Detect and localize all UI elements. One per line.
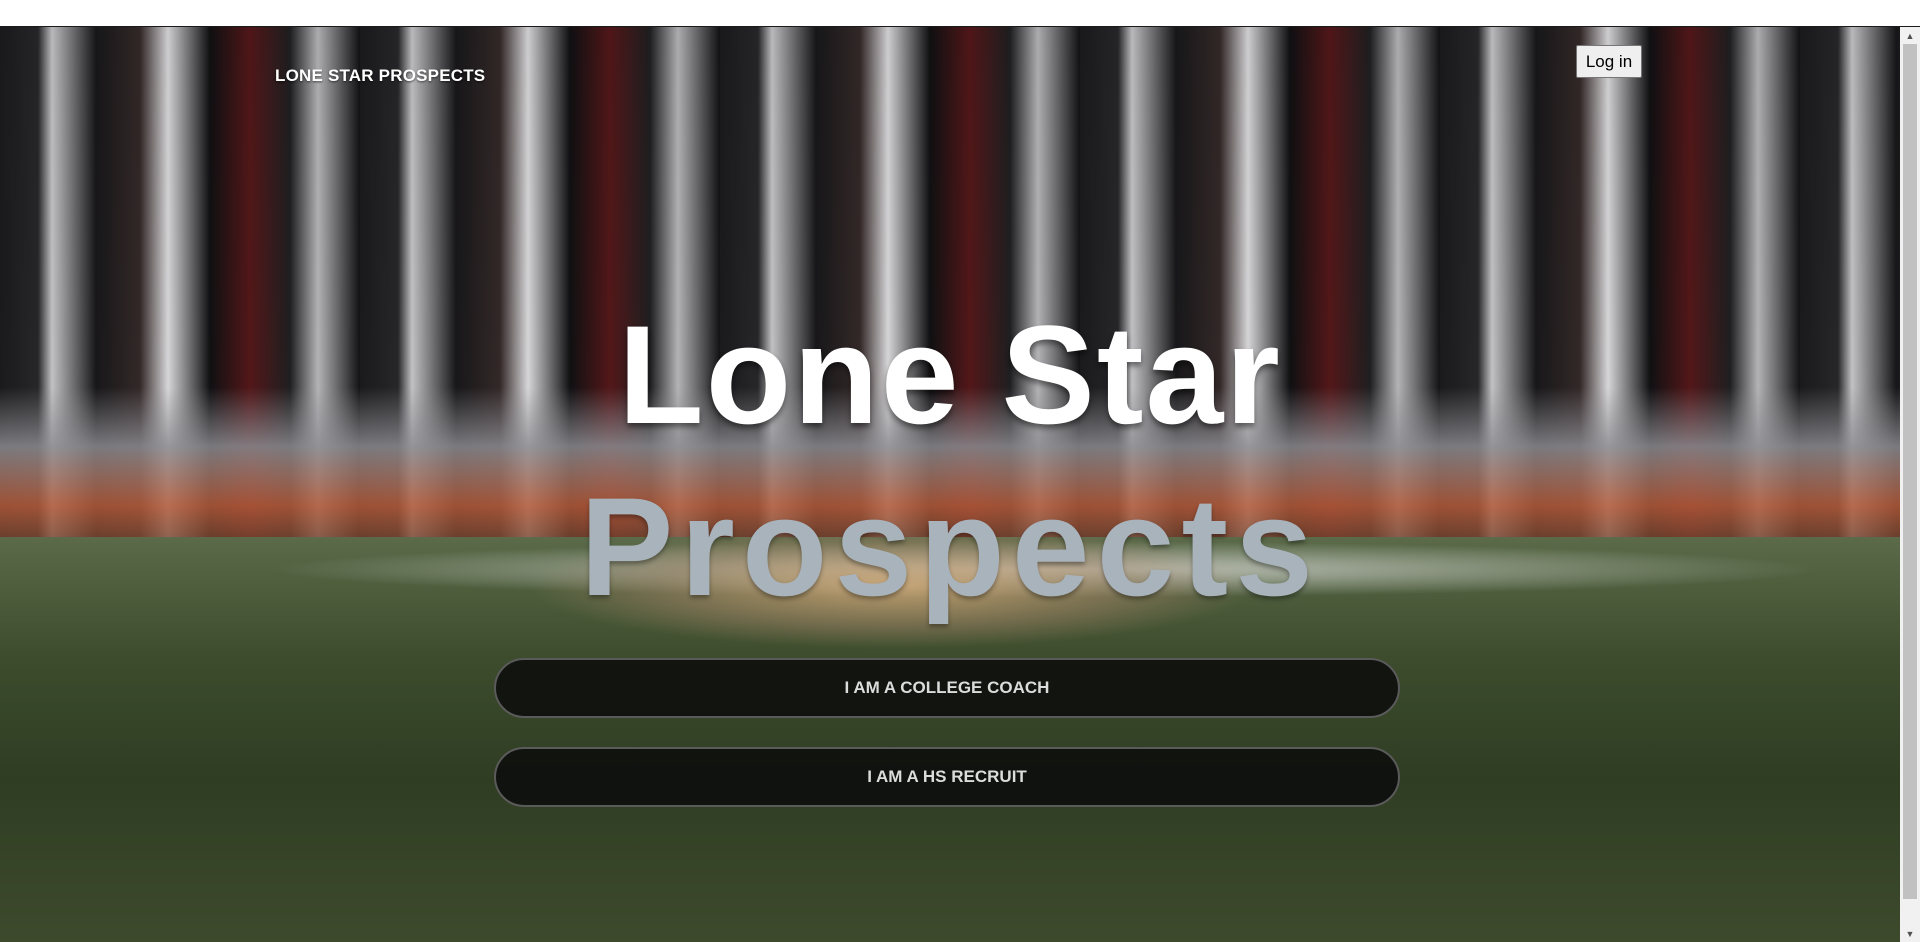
hero-title-line-1: Lone Star (618, 296, 1282, 453)
scrollbar-thumb[interactable] (1903, 44, 1917, 899)
browser-top-strip (0, 0, 1920, 27)
college-coach-button[interactable]: I AM A COLLEGE COACH (494, 658, 1400, 718)
vertical-scrollbar[interactable]: ▲ ▼ (1900, 27, 1920, 942)
hero-title-line-2: Prospects (580, 468, 1320, 625)
login-button[interactable]: Log in (1576, 45, 1642, 78)
hs-recruit-button[interactable]: I AM A HS RECRUIT (494, 747, 1400, 807)
scroll-down-arrow-icon[interactable]: ▼ (1900, 925, 1920, 942)
brand-logo-text[interactable]: LONE STAR PROSPECTS (275, 66, 485, 86)
scroll-up-arrow-icon[interactable]: ▲ (1900, 27, 1920, 44)
